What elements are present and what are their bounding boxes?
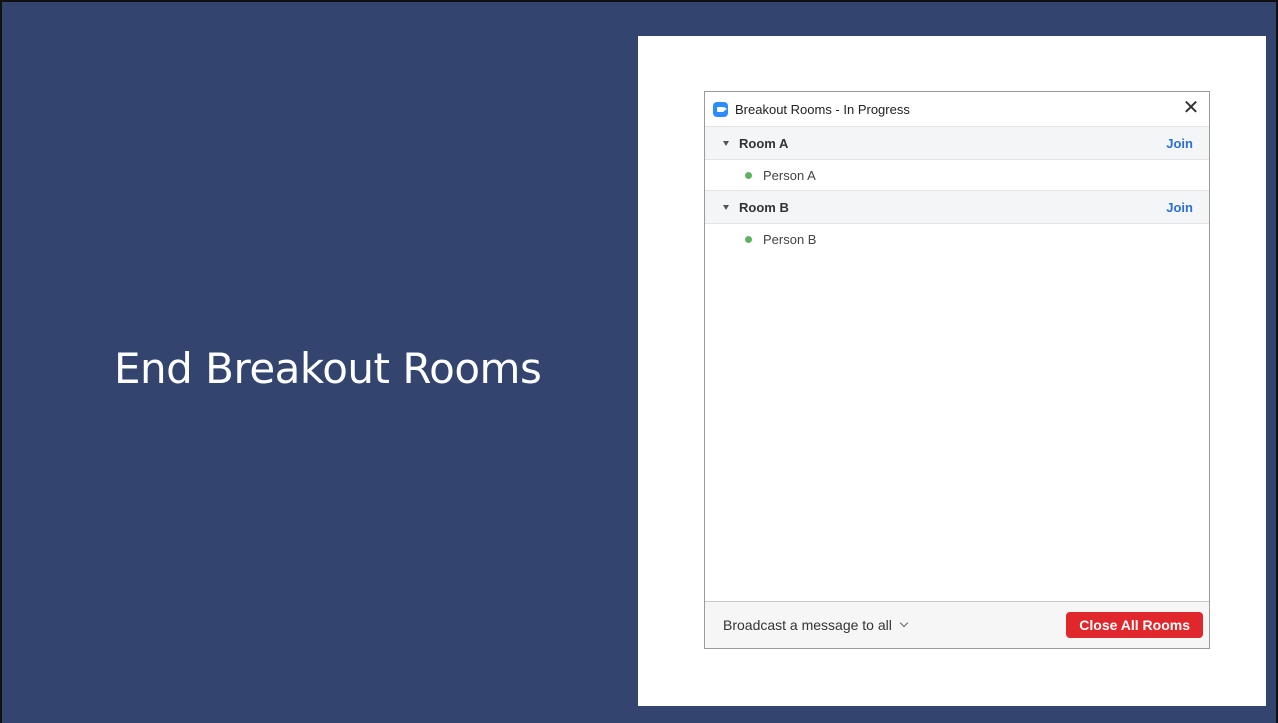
participant-name: Person A [763,167,816,183]
window-footer: Broadcast a message to all Close All Roo… [705,601,1209,648]
join-room-b-button[interactable]: Join [1166,200,1193,215]
titlebar: Breakout Rooms - In Progress ✕ [705,92,1209,126]
close-icon[interactable]: ✕ [1179,96,1203,120]
join-room-a-button[interactable]: Join [1166,136,1193,151]
room-name: Room A [739,135,789,151]
online-dot-icon [745,235,752,243]
room-row-b[interactable]: Room B Join [705,190,1209,224]
room-row-a[interactable]: Room A Join [705,126,1209,160]
caret-down-icon[interactable] [723,204,729,210]
slide-title: End Breakout Rooms [114,344,542,393]
room-name: Room B [739,199,789,215]
chevron-down-icon [899,618,909,628]
screenshot-panel: Breakout Rooms - In Progress ✕ Room A Jo… [638,36,1266,706]
online-dot-icon [745,171,752,179]
breakout-rooms-window: Breakout Rooms - In Progress ✕ Room A Jo… [704,91,1210,649]
participant-row: Person A [705,160,1209,190]
broadcast-dropdown[interactable]: Broadcast a message to all [723,617,909,633]
caret-down-icon[interactable] [723,140,729,146]
participant-row: Person B [705,224,1209,254]
participant-name: Person B [763,231,817,247]
close-all-rooms-button[interactable]: Close All Rooms [1066,612,1203,638]
zoom-camera-icon [713,101,728,117]
window-title: Breakout Rooms - In Progress [735,101,910,117]
broadcast-label: Broadcast a message to all [723,617,892,633]
slide: End Breakout Rooms Breakout Rooms - In P… [0,0,1278,723]
